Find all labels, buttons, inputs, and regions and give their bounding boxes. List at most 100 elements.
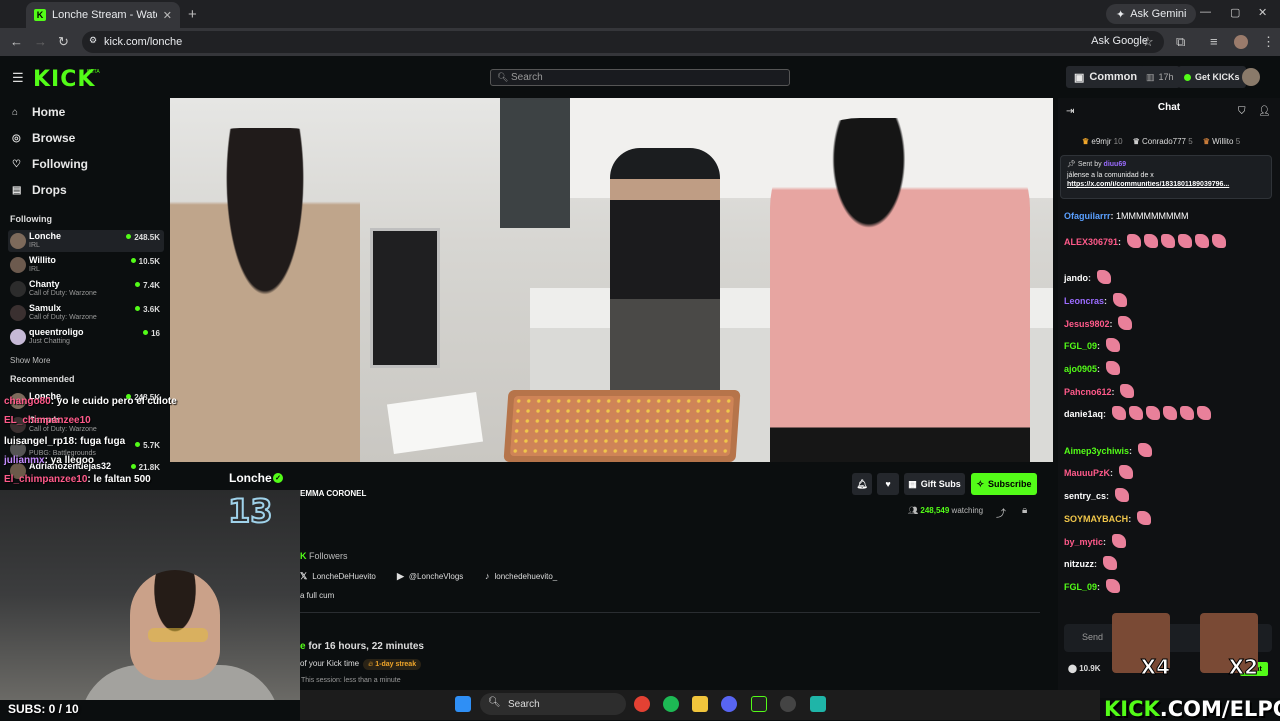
hours-badge[interactable]: ▥ 17h xyxy=(1140,66,1180,88)
subscribe-button[interactable]: ✧ Subscribe xyxy=(971,473,1037,495)
taskbar-search[interactable]: 🔍︎ Search xyxy=(480,693,626,715)
user-avatar[interactable] xyxy=(1242,68,1260,86)
emote-icon[interactable] xyxy=(1160,234,1175,248)
pinned-link[interactable]: https://x.com/i/communities/183180118903… xyxy=(1067,181,1265,188)
social-link-youtube[interactable]: ▶ @LoncheVlogs xyxy=(397,571,463,582)
profile-avatar[interactable] xyxy=(1234,35,1248,49)
gift-subs-button[interactable]: ▦ Gift Subs xyxy=(904,473,965,495)
following-channel[interactable]: Willito IRL 10.5K xyxy=(8,254,164,276)
maximize-icon[interactable]: ▢ xyxy=(1230,6,1240,19)
reading-list-icon[interactable]: ≡ xyxy=(1210,34,1218,49)
emote-icon[interactable] xyxy=(1105,361,1120,375)
bookmark-star-icon[interactable]: ☆ xyxy=(1142,34,1154,50)
search-input[interactable]: 🔍︎ Search xyxy=(490,69,790,86)
following-channel[interactable]: queentroligo Just Chatting 16 xyxy=(8,326,164,348)
chat-message[interactable]: FGL_09: xyxy=(1064,338,1120,352)
follow-heart-button[interactable]: ♥ xyxy=(877,473,899,495)
browser-tab[interactable]: K Lonche Stream - Watch Live ✕ xyxy=(26,2,180,28)
chat-message[interactable]: sentry_cs: xyxy=(1064,488,1129,502)
emote-icon[interactable] xyxy=(1118,316,1133,330)
chat-username[interactable]: sentry_cs xyxy=(1064,491,1106,501)
sidebar-item-following[interactable]: ♡ Following xyxy=(12,157,88,171)
share-icon[interactable]: ⤴ xyxy=(996,505,1006,520)
get-kicks-button[interactable]: Get KICKs xyxy=(1178,66,1246,88)
chat-message[interactable]: SOYMAYBACH: xyxy=(1064,511,1151,525)
address-bar[interactable]: ⚙ kick.com/lonche Ask Google xyxy=(82,31,1164,53)
windows-start-icon[interactable] xyxy=(455,696,471,712)
chat-username[interactable]: MauuuPzK xyxy=(1064,468,1110,478)
extensions-icon[interactable]: ⧉ xyxy=(1176,34,1185,50)
following-channel[interactable]: Samulx Call of Duty: Warzone 3.6K xyxy=(8,302,164,324)
channel-name[interactable]: Lonche xyxy=(229,471,272,485)
menu-icon[interactable]: ⋮ xyxy=(1262,34,1275,50)
emote-icon[interactable] xyxy=(1105,338,1120,352)
emote-icon[interactable] xyxy=(1136,511,1151,525)
emote-icon[interactable] xyxy=(1102,556,1117,570)
emote-icon[interactable] xyxy=(1196,406,1211,420)
chat-message[interactable]: danie1aq: xyxy=(1064,406,1211,420)
chat-message[interactable]: nitzuzz: xyxy=(1064,556,1117,570)
file-explorer-icon[interactable] xyxy=(692,696,708,712)
sidebar-item-browse[interactable]: ◎ Browse xyxy=(12,131,75,145)
chat-message[interactable]: Jesus9802: xyxy=(1064,316,1133,330)
chat-username[interactable]: danie1aq xyxy=(1064,409,1103,419)
chat-message[interactable]: Pahcno612: xyxy=(1064,384,1135,398)
emote-icon[interactable] xyxy=(1111,406,1126,420)
chat-message[interactable]: FGL_09: xyxy=(1064,579,1120,593)
social-link-x[interactable]: 𝕏 LoncheDeHuevito xyxy=(300,571,376,582)
emote-icon[interactable] xyxy=(1179,406,1194,420)
chat-username[interactable]: SOYMAYBACH xyxy=(1064,514,1128,524)
common-button[interactable]: ▣ Common xyxy=(1066,66,1146,88)
chat-username[interactable]: nitzuzz xyxy=(1064,559,1094,569)
chat-username[interactable]: Aimep3ychiwis xyxy=(1064,446,1129,456)
chat-username[interactable]: FGL_09 xyxy=(1064,341,1097,351)
site-info-icon[interactable]: ⚙ xyxy=(89,35,97,46)
chat-username[interactable]: Pahcno612 xyxy=(1064,387,1112,397)
audio-app-icon[interactable] xyxy=(810,696,826,712)
chat-username[interactable]: Jesus9802 xyxy=(1064,319,1110,329)
chat-username[interactable]: jando xyxy=(1064,273,1088,283)
chat-username[interactable]: ajo0905 xyxy=(1064,364,1097,374)
emote-icon[interactable] xyxy=(1112,293,1127,307)
emote-icon[interactable] xyxy=(1126,234,1141,248)
sidebar-item-drops[interactable]: ▤ Drops xyxy=(12,183,67,197)
chat-message[interactable]: by_mytic: xyxy=(1064,534,1126,548)
chat-message[interactable]: Leoncras: xyxy=(1064,293,1127,307)
chat-message[interactable]: jando: xyxy=(1064,270,1111,284)
emote-icon[interactable] xyxy=(1194,234,1209,248)
emote-icon[interactable] xyxy=(1114,488,1129,502)
users-icon[interactable]: 👤︎ xyxy=(1258,106,1271,117)
gifter-item[interactable]: ♛ e9mjr 10 xyxy=(1082,137,1123,146)
app-icon[interactable] xyxy=(751,696,767,712)
forward-icon[interactable]: → xyxy=(34,34,47,49)
notification-bell-button[interactable]: 🔔︎ xyxy=(852,473,872,495)
reload-icon[interactable]: ↻ xyxy=(58,34,69,50)
shield-icon[interactable]: ⛉ xyxy=(1238,106,1246,117)
emote-icon[interactable] xyxy=(1111,534,1126,548)
gifter-item[interactable]: ♛ Willito 5 xyxy=(1203,137,1240,146)
spotify-icon[interactable] xyxy=(663,696,679,712)
emote-icon[interactable] xyxy=(1105,579,1120,593)
close-tab-icon[interactable]: ✕ xyxy=(163,9,172,22)
sidebar-item-home[interactable]: ⌂ Home xyxy=(12,105,65,119)
close-window-icon[interactable]: ✕ xyxy=(1258,6,1267,19)
show-more-link[interactable]: Show More xyxy=(10,356,50,365)
emote-icon[interactable] xyxy=(1096,270,1111,284)
minimize-icon[interactable]: — xyxy=(1200,6,1211,18)
emote-icon[interactable] xyxy=(1118,465,1133,479)
pinned-message[interactable]: 📌︎ Sent by diuu69 jálense a la comunidad… xyxy=(1060,155,1272,199)
chat-message[interactable]: MauuuPzK: xyxy=(1064,465,1133,479)
chat-username[interactable]: ALEX306791 xyxy=(1064,237,1118,247)
emote-icon[interactable] xyxy=(1137,443,1152,457)
chat-username[interactable]: FGL_09 xyxy=(1064,582,1097,592)
chat-username[interactable]: by_mytic xyxy=(1064,537,1103,547)
emote-icon[interactable] xyxy=(1128,406,1143,420)
chrome-icon[interactable] xyxy=(634,696,650,712)
social-link-tiktok[interactable]: ♪ lonchedehuevito_ xyxy=(485,571,557,581)
emote-icon[interactable] xyxy=(1143,234,1158,248)
discord-icon[interactable] xyxy=(721,696,737,712)
following-channel[interactable]: Lonche IRL 248.5K xyxy=(8,230,164,252)
emote-icon[interactable] xyxy=(1211,234,1226,248)
ask-gemini-button[interactable]: ✦ Ask Gemini xyxy=(1106,4,1197,24)
chat-message[interactable]: ajo0905: xyxy=(1064,361,1120,375)
